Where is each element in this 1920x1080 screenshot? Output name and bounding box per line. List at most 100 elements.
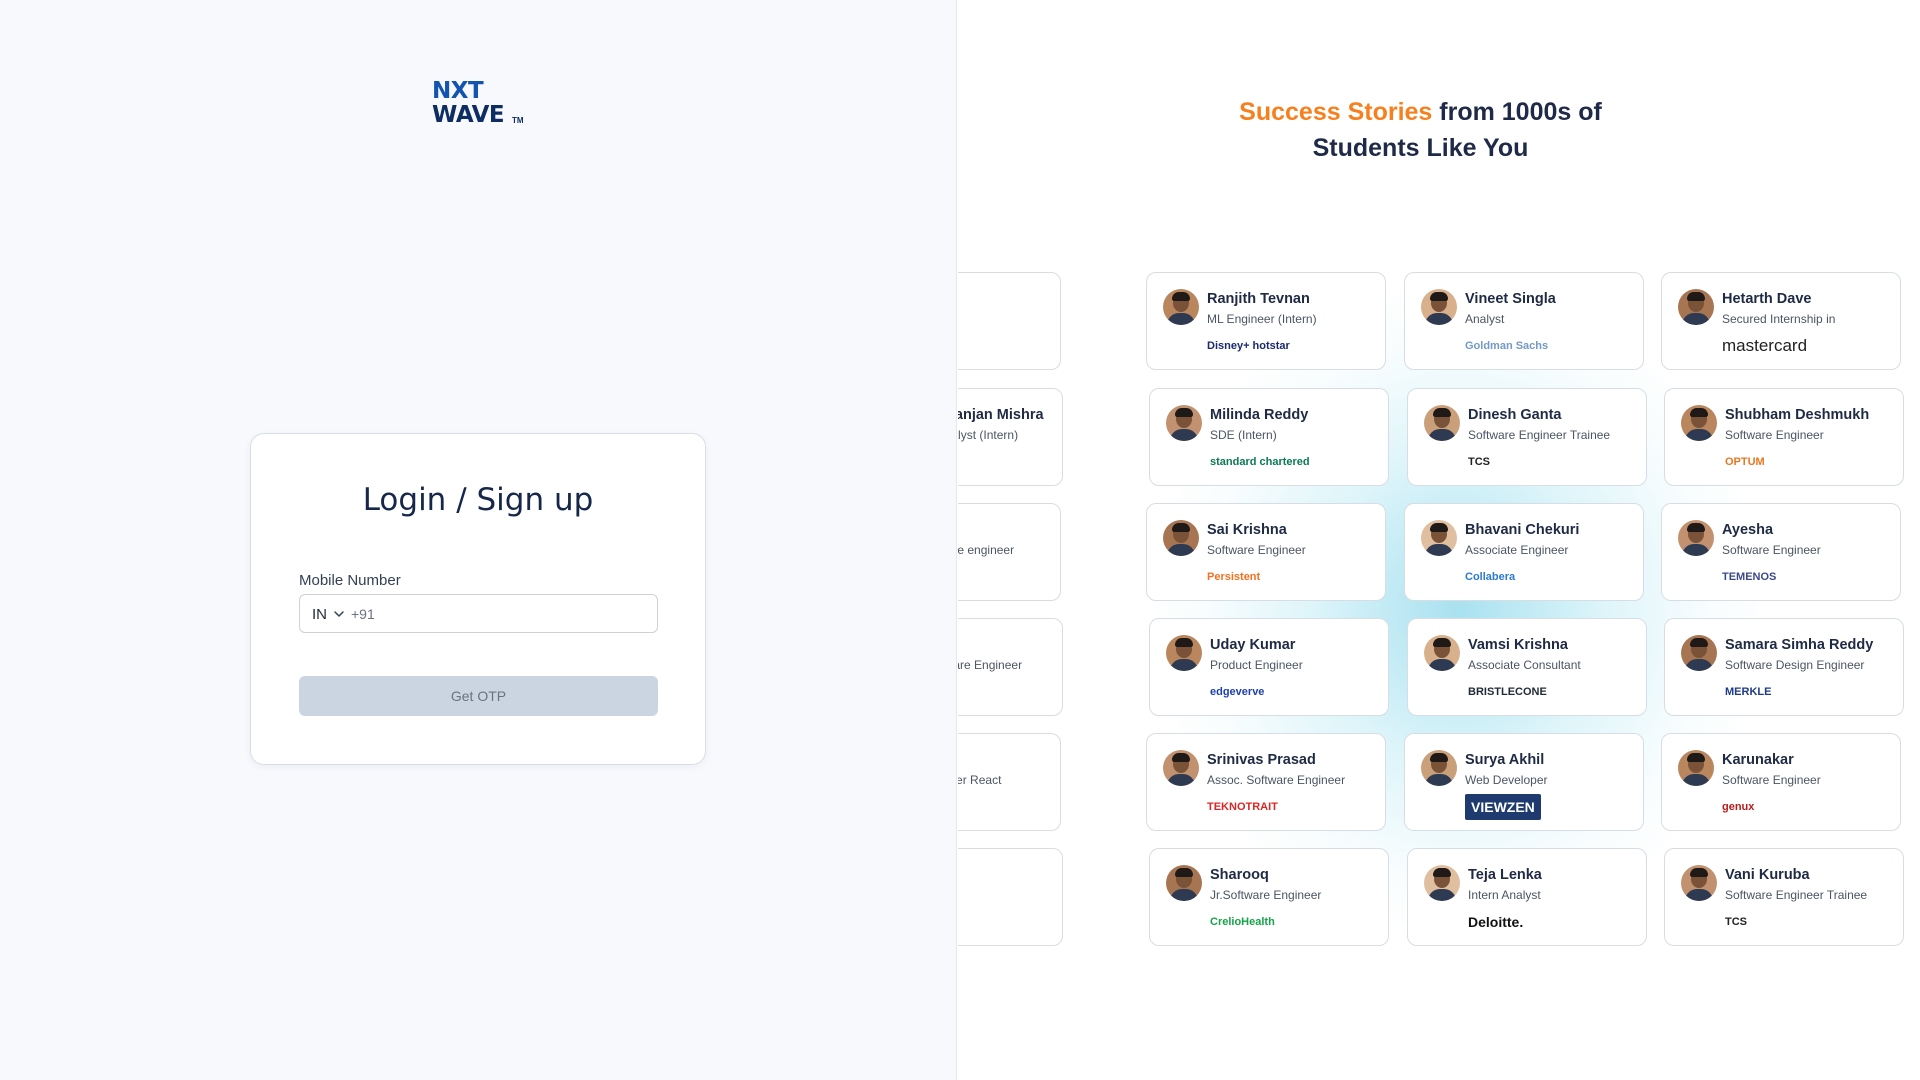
avatar [1678, 289, 1714, 325]
story-role: Secured Internship in [1722, 312, 1836, 326]
story-role: Associate Engineer [1465, 543, 1569, 557]
company-logo: mastercard [1722, 336, 1808, 355]
story-card: Srinivas Prasad Assoc. Software Engineer T… [1146, 733, 1386, 831]
story-card: Hetarth Dave Secured Internship in masterc… [1661, 272, 1901, 370]
story-role: SDE (Intern) [1210, 428, 1277, 442]
get-otp-button[interactable]: Get OTP [299, 676, 658, 716]
heading-accent: Success Stories [1239, 98, 1433, 126]
company-logo: TCS [1725, 916, 1747, 928]
story-role: Analyst [1465, 312, 1505, 326]
avatar [1681, 865, 1717, 901]
story-name: Hetarth Dave [1722, 291, 1812, 307]
story-card: Ranjith Tevnan ML Engineer (Intern) Disney… [1146, 272, 1386, 370]
story-card: Dinesh Ganta Software Engineer Trainee TCS [1407, 388, 1647, 486]
avatar [1424, 865, 1460, 901]
story-card: ai DeepaknalystDeloitte. [958, 272, 1061, 370]
background-glow [1158, 290, 1758, 930]
avatar [1678, 520, 1714, 556]
company-logo: TEMENOS [1722, 571, 1777, 583]
story-card: Samara Simha Reddy Software Design Engine… [1664, 618, 1904, 716]
story-name: Teja Lenka [1468, 867, 1542, 883]
story-name: Karunakar [1722, 752, 1794, 768]
story-card: Sharooq Jr.Software Engineer CrelioHealth [1149, 848, 1389, 946]
story-card: yed Basharainee software engineerGlobalL… [958, 503, 1061, 601]
company-logo: TCS [1468, 456, 1490, 468]
story-role: Software Engineer [1722, 543, 1821, 557]
avatar [1166, 635, 1202, 671]
story-name: Vamsi Krishna [1468, 637, 1568, 653]
story-role: Jr.Software Engineer [1210, 888, 1322, 902]
story-role: Software Engineer [1207, 543, 1306, 557]
logo-line-1: NXT [432, 78, 484, 104]
avatar [1681, 405, 1717, 441]
company-logo: genux [1722, 801, 1755, 813]
mobile-number-label: Mobile Number [299, 572, 401, 589]
company-logo: VIEWZEN [1465, 794, 1541, 820]
login-card: Login / Sign up Mobile Number IN +91 Get… [250, 433, 706, 765]
success-stories-heading: Success Stories from 1000s of Students L… [958, 94, 1883, 166]
story-card: Uday Kumar Product Engineer edgeverve [1149, 618, 1389, 716]
story-card: Bhavani Chekuri Associate Engineer Collabe… [1404, 503, 1644, 601]
company-logo: Deloitte. [1468, 914, 1524, 930]
story-card: Nikhil TejaDE-1paymatrix [958, 848, 1063, 946]
story-role: rainee software engineer [958, 543, 1015, 557]
story-card: Vamsi Krishna Associate Consultant BRISTLE… [1407, 618, 1647, 716]
company-logo: edgeverve [1210, 686, 1265, 698]
story-name: Milinda Reddy [1210, 407, 1309, 423]
chevron-down-icon[interactable] [332, 607, 346, 621]
story-role: Assoc. Software Engineer [1207, 773, 1346, 787]
story-name: Samara Simha Reddy [1725, 637, 1874, 653]
avatar [1678, 750, 1714, 786]
story-role: Software Design Engineer [1725, 658, 1865, 672]
story-name: Shubham Deshmukh [1725, 407, 1870, 423]
story-card: Vineet Singla Analyst Goldman Sachs [1404, 272, 1644, 370]
story-role: Technical Analyst (Intern) [958, 428, 1019, 442]
story-role: Web Developer [1465, 773, 1548, 787]
story-card: Vani Kuruba Software Engineer Trainee TCS [1664, 848, 1904, 946]
avatar [1424, 635, 1460, 671]
story-name: Soumya Ranjan Mishra [958, 407, 1044, 423]
story-card: Karunakar Software Engineer genux [1661, 733, 1901, 831]
nxtwave-logo: NXT WAVE TM [432, 80, 528, 130]
login-pane: NXT WAVE TM Login / Sign up Mobile Numbe… [0, 0, 957, 1080]
company-logo: BRISTLECONE [1468, 686, 1547, 698]
story-role: Assoc. Software Engineer [958, 658, 1023, 672]
story-card: SravaniAssoc. Software EngineerProdapt [958, 618, 1063, 716]
story-card: Teja Lenka Intern Analyst Deloitte. [1407, 848, 1647, 946]
story-role: roduct Engineer React [958, 773, 1002, 787]
story-name: Vani Kuruba [1725, 867, 1810, 883]
story-card: Soumya Ranjan Mishra Technical Analyst (I… [958, 388, 1063, 486]
story-role: Software Engineer [1722, 773, 1821, 787]
avatar [1163, 520, 1199, 556]
story-name: Sai Krishna [1207, 522, 1287, 538]
company-logo: Disney+ hotstar [1207, 340, 1290, 352]
story-card: Shubham Deshmukh Software Engineer OPTUM [1664, 388, 1904, 486]
country-code-select[interactable]: IN [312, 606, 327, 623]
login-title: Login / Sign up [362, 482, 594, 518]
story-role: Intern Analyst [1468, 888, 1541, 902]
heading-rest: from 1000s of [1432, 98, 1602, 126]
story-card: Surya Akhil Web Developer VIEWZEN [1404, 733, 1644, 831]
story-role: Product Engineer [1210, 658, 1303, 672]
story-card: Sai Krishna Software Engineer Persistent [1146, 503, 1386, 601]
story-name: Ranjith Tevnan [1207, 291, 1310, 307]
story-role: ML Engineer (Intern) [1207, 312, 1317, 326]
mobile-number-field[interactable]: IN +91 [299, 594, 658, 633]
avatar [1421, 289, 1457, 325]
story-role: Associate Consultant [1468, 658, 1581, 672]
story-name: Ayesha [1722, 522, 1774, 538]
mobile-number-input[interactable]: +91 [351, 606, 375, 622]
avatar [1166, 405, 1202, 441]
story-name: Sharooq [1210, 867, 1269, 883]
logo-line-2: WAVE [432, 102, 505, 128]
story-card: Ayesha Software Engineer TEMENOS [1661, 503, 1901, 601]
avatar [1421, 520, 1457, 556]
success-stories-pane: Success Stories from 1000s of Students L… [958, 0, 1920, 1080]
company-logo: Collabera [1465, 571, 1516, 583]
company-logo: TEKNOTRAIT [1207, 801, 1278, 813]
story-name: Dinesh Ganta [1468, 407, 1562, 423]
company-logo: MERKLE [1725, 686, 1772, 698]
avatar [1166, 865, 1202, 901]
logo-tm: TM [512, 116, 524, 125]
story-role: Software Engineer Trainee [1468, 428, 1611, 442]
